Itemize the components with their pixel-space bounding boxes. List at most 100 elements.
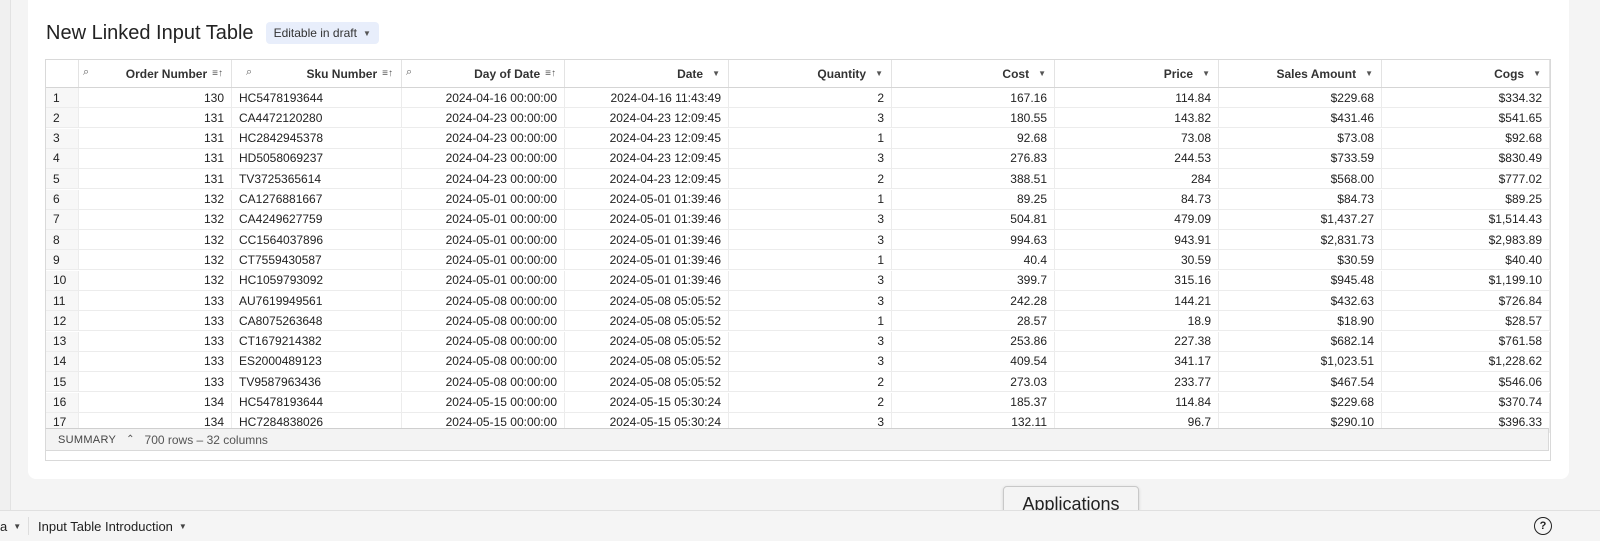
day-of-date-cell[interactable]: 2024-04-23 00:00:00 [402,128,565,149]
table-row[interactable]: 3 131 HC2842945378 2024-04-23 00:00:00 2024-… [46,128,1550,149]
order-number-cell[interactable]: 132 [79,270,232,291]
sku-number-cell[interactable]: HC5478193644 [232,88,402,108]
cost-cell[interactable]: 273.03 [892,372,1055,393]
cost-cell[interactable]: 167.16 [892,88,1055,108]
table-row[interactable]: 4 131 HD5058069237 2024-04-23 00:00:00 2024-… [46,148,1550,169]
cost-cell[interactable]: 253.86 [892,331,1055,352]
price-cell[interactable]: 227.38 [1055,331,1219,352]
order-number-cell[interactable]: 133 [79,331,232,352]
chevron-up-icon[interactable]: ⌃ [126,434,134,445]
sku-number-cell[interactable]: CA4472120280 [232,108,402,129]
cogs-cell[interactable]: $1,199.10 [1382,270,1550,291]
sku-number-cell[interactable]: CC1564037896 [232,230,402,251]
page-tab-input-table-introduction[interactable]: Input Table Introduction ▼ [38,511,187,541]
sku-number-cell[interactable]: HC5478193644 [232,392,402,413]
chevron-down-icon[interactable]: ▼ [1038,69,1046,78]
quantity-cell[interactable]: 3 [729,108,892,129]
column-header-order-number[interactable]: Order Number ≡↑ [79,60,232,87]
sales-amount-cell[interactable]: $84.73 [1219,189,1382,210]
sales-amount-cell[interactable]: $73.08 [1219,128,1382,149]
day-of-date-cell[interactable]: 2024-05-01 00:00:00 [402,209,565,230]
column-header-cogs[interactable]: Cogs ▼ [1382,60,1550,87]
chevron-down-icon[interactable]: ▼ [1365,69,1373,78]
cogs-cell[interactable]: $541.65 [1382,108,1550,129]
day-of-date-cell[interactable]: 2024-05-15 00:00:00 [402,392,565,413]
date-cell[interactable]: 2024-04-23 12:09:45 [565,169,729,190]
cost-cell[interactable]: 399.7 [892,270,1055,291]
day-of-date-cell[interactable]: 2024-05-08 00:00:00 [402,372,565,393]
price-cell[interactable]: 84.73 [1055,189,1219,210]
sort-icon[interactable]: ≡↑ [212,68,223,79]
date-cell[interactable]: 2024-05-01 01:39:46 [565,250,729,271]
date-cell[interactable]: 2024-04-23 12:09:45 [565,108,729,129]
column-header-quantity[interactable]: Quantity ▼ [729,60,892,87]
quantity-cell[interactable]: 3 [729,209,892,230]
order-number-cell[interactable]: 131 [79,108,232,129]
day-of-date-cell[interactable]: 2024-05-01 00:00:00 [402,270,565,291]
quantity-cell[interactable]: 1 [729,128,892,149]
date-cell[interactable]: 2024-05-01 01:39:46 [565,189,729,210]
column-header-day-of-date[interactable]: Day of Date ≡↑ [402,60,565,87]
sku-number-cell[interactable]: HC2842945378 [232,128,402,149]
cost-cell[interactable]: 180.55 [892,108,1055,129]
price-cell[interactable]: 18.9 [1055,311,1219,332]
sales-amount-cell[interactable]: $467.54 [1219,372,1382,393]
sales-amount-cell[interactable]: $229.68 [1219,392,1382,413]
quantity-cell[interactable]: 3 [729,331,892,352]
column-header-cost[interactable]: Cost ▼ [892,60,1055,87]
quantity-cell[interactable]: 2 [729,88,892,108]
sales-amount-cell[interactable]: $431.46 [1219,108,1382,129]
sort-icon[interactable]: ≡↑ [545,68,556,79]
date-cell[interactable]: 2024-05-08 05:05:52 [565,311,729,332]
table-row[interactable]: 5 131 TV3725365614 2024-04-23 00:00:00 2024-… [46,169,1550,190]
order-number-cell[interactable]: 133 [79,351,232,372]
table-row[interactable]: 7 132 CA4249627759 2024-05-01 00:00:00 2024-… [46,209,1550,230]
table-row[interactable]: 13 133 CT1679214382 2024-05-08 00:00:00 2024… [46,331,1550,352]
column-header-sku-number[interactable]: Sku Number ≡↑ [232,60,402,87]
day-of-date-cell[interactable]: 2024-05-01 00:00:00 [402,250,565,271]
sku-number-cell[interactable]: CA8075263648 [232,311,402,332]
cogs-cell[interactable]: $1,514.43 [1382,209,1550,230]
table-row[interactable]: 8 132 CC1564037896 2024-05-01 00:00:00 2024-… [46,230,1550,251]
quantity-cell[interactable]: 3 [729,351,892,372]
quantity-cell[interactable]: 3 [729,270,892,291]
table-row[interactable]: 11 133 AU7619949561 2024-05-08 00:00:00 2024… [46,291,1550,311]
table-row[interactable]: 10 132 HC1059793092 2024-05-01 00:00:00 2024… [46,270,1550,291]
cost-cell[interactable]: 242.28 [892,291,1055,311]
order-number-cell[interactable]: 131 [79,148,232,169]
table-row[interactable]: 9 132 CT7559430587 2024-05-01 00:00:00 2024-… [46,250,1550,271]
sales-amount-cell[interactable]: $1,023.51 [1219,351,1382,372]
quantity-cell[interactable]: 1 [729,250,892,271]
table-row[interactable]: 16 134 HC5478193644 2024-05-15 00:00:00 2024… [46,392,1550,413]
cost-cell[interactable]: 994.63 [892,230,1055,251]
sales-amount-cell[interactable]: $18.90 [1219,311,1382,332]
cost-cell[interactable]: 276.83 [892,148,1055,169]
chevron-down-icon[interactable]: ▼ [712,69,720,78]
help-icon[interactable]: ? [1534,517,1552,535]
cogs-cell[interactable]: $761.58 [1382,331,1550,352]
sales-amount-cell[interactable]: $733.59 [1219,148,1382,169]
column-header-date[interactable]: Date ▼ [565,60,729,87]
cogs-cell[interactable]: $40.40 [1382,250,1550,271]
price-cell[interactable]: 114.84 [1055,392,1219,413]
sku-number-cell[interactable]: CT7559430587 [232,250,402,271]
cogs-cell[interactable]: $334.32 [1382,88,1550,108]
quantity-cell[interactable]: 3 [729,230,892,251]
quantity-cell[interactable]: 1 [729,189,892,210]
order-number-cell[interactable]: 133 [79,291,232,311]
cogs-cell[interactable]: $89.25 [1382,189,1550,210]
order-number-cell[interactable]: 130 [79,88,232,108]
day-of-date-cell[interactable]: 2024-05-01 00:00:00 [402,230,565,251]
date-cell[interactable]: 2024-05-08 05:05:52 [565,372,729,393]
date-cell[interactable]: 2024-05-08 05:05:52 [565,351,729,372]
price-cell[interactable]: 30.59 [1055,250,1219,271]
day-of-date-cell[interactable]: 2024-05-08 00:00:00 [402,291,565,311]
order-number-cell[interactable]: 133 [79,372,232,393]
price-cell[interactable]: 284 [1055,169,1219,190]
table-row[interactable]: 12 133 CA8075263648 2024-05-08 00:00:00 2024… [46,311,1550,332]
sort-icon[interactable]: ≡↑ [382,68,393,79]
chevron-down-icon[interactable]: ▼ [875,69,883,78]
order-number-cell[interactable]: 133 [79,311,232,332]
date-cell[interactable]: 2024-04-23 12:09:45 [565,128,729,149]
day-of-date-cell[interactable]: 2024-05-08 00:00:00 [402,311,565,332]
